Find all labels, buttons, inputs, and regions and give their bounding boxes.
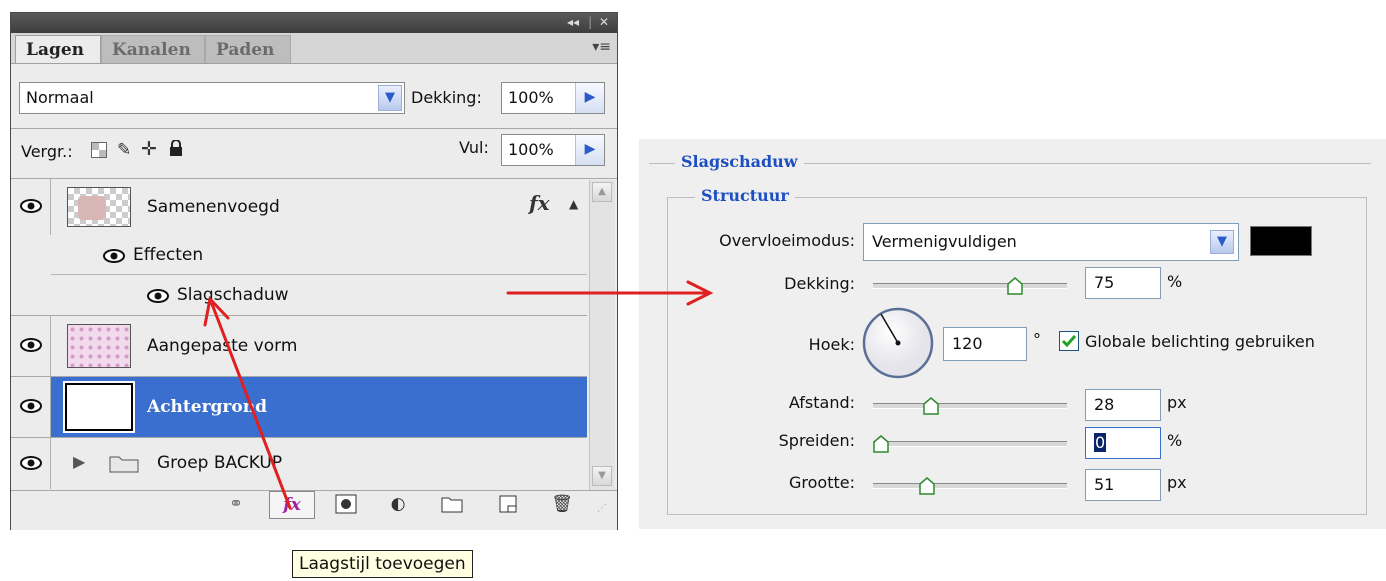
arrow-to-slagschaduw [210,302,292,510]
annotation-overlay [203,280,714,510]
